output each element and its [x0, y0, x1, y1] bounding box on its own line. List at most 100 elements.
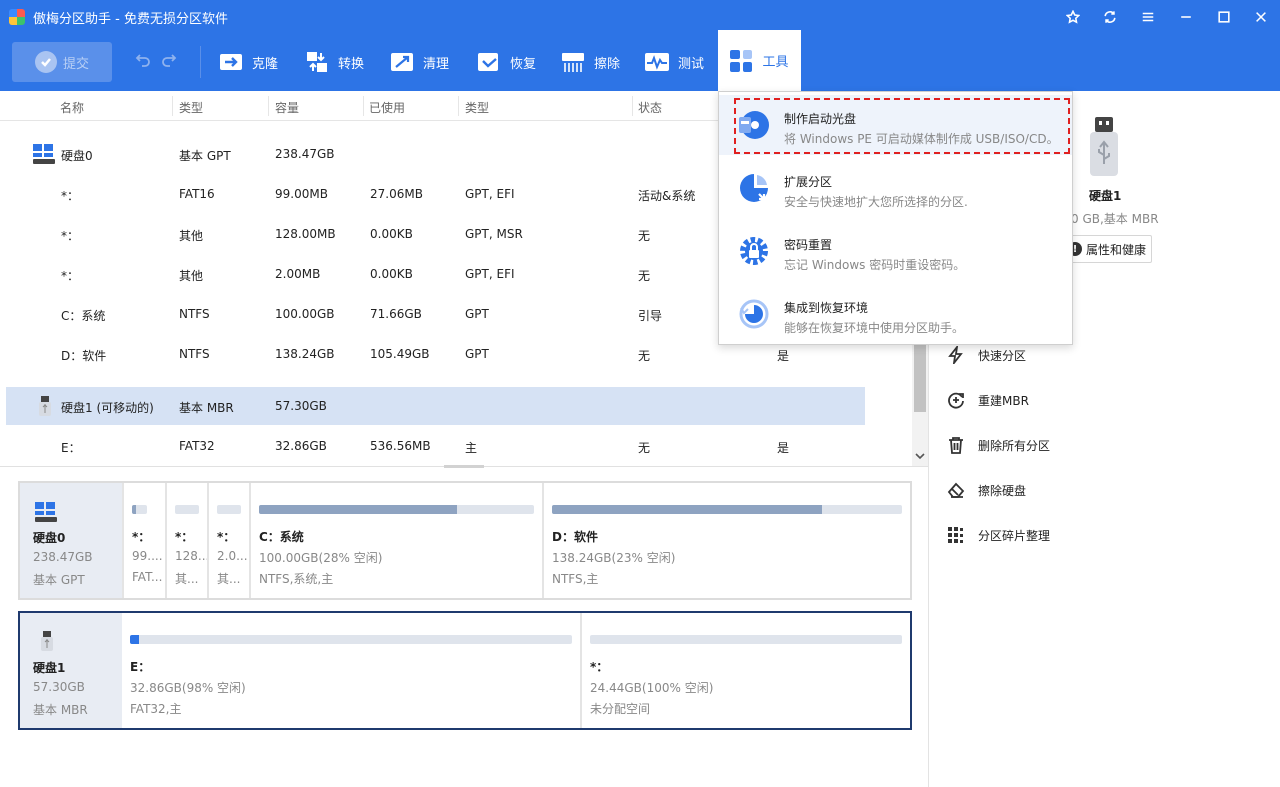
delete-all-partitions-op[interactable]: 删除所有分区	[947, 433, 1050, 457]
col-ptype[interactable]: 类型	[465, 99, 489, 116]
partition-block[interactable]: *： 128.... 其...	[165, 483, 207, 598]
cell-name: *：	[61, 269, 80, 283]
recover-button[interactable]: 恢复	[476, 48, 536, 76]
partition-name: *：	[175, 530, 194, 544]
cell-type: 其他	[179, 229, 204, 243]
properties-health-button[interactable]: ! 属性和健康	[1068, 235, 1152, 263]
toolbar-separator	[200, 46, 201, 78]
trash-icon	[949, 437, 963, 454]
cell-capacity: 32.86GB	[275, 439, 327, 453]
cell-used: 0.00KB	[370, 267, 413, 281]
partition-fs: 未分配空间	[590, 702, 651, 716]
cell-capacity: 57.30GB	[275, 399, 327, 413]
clone-button[interactable]: 克隆	[218, 48, 278, 76]
scroll-down-icon[interactable]	[915, 451, 925, 461]
pane-splitter[interactable]	[0, 465, 928, 468]
tools-label: 工具	[762, 55, 789, 70]
highlight-box	[734, 98, 1070, 154]
usb-icon	[39, 396, 51, 416]
cell-type: FAT16	[179, 187, 215, 201]
eraser-icon	[947, 482, 965, 498]
wipe-disk-op[interactable]: 擦除硬盘	[947, 478, 1026, 502]
disk0-info[interactable]: 硬盘0 238.47GB 基本 GPT	[20, 483, 122, 598]
partition-block-c[interactable]: C：系统 100.00GB(28% 空闲) NTFS,系统,主	[249, 483, 542, 598]
undo-icon[interactable]	[135, 52, 155, 72]
disk-type: 基本 MBR	[33, 703, 88, 717]
star-icon[interactable]	[1060, 5, 1086, 29]
lightning-icon	[948, 346, 963, 364]
partition-block-e[interactable]: E： 32.86GB(98% 空闲) FAT32,主	[122, 613, 580, 728]
minimize-icon[interactable]	[1173, 5, 1199, 29]
partition-name: *：	[132, 530, 151, 544]
cell-capacity: 238.47GB	[275, 147, 335, 161]
usb-drive-icon	[1090, 117, 1118, 176]
table-row[interactable]: E： FAT32 32.86GB 536.56MB 主 无 是	[6, 427, 865, 465]
partition-block[interactable]: *： 99.... FAT...	[122, 483, 165, 598]
clone-label: 克隆	[252, 56, 279, 72]
usb-icon	[41, 631, 53, 651]
partition-fs: NTFS,主	[552, 572, 599, 586]
convert-label: 转换	[338, 56, 365, 72]
menu-icon[interactable]	[1135, 5, 1161, 29]
cell-name: E：	[61, 441, 81, 455]
recover-icon	[478, 53, 498, 71]
table-row-selected[interactable]: 硬盘1 (可移动的) 基本 MBR 57.30GB	[6, 387, 865, 425]
cell-name: *：	[61, 189, 80, 203]
tools-tab[interactable]: 工具	[718, 30, 801, 91]
partition-block-d[interactable]: D：软件 138.24GB(23% 空闲) NTFS,主	[542, 483, 910, 598]
cell-name: *：	[61, 229, 80, 243]
window-title: 傲梅分区助手 - 免费无损分区软件	[33, 12, 228, 27]
app-logo-icon	[9, 9, 25, 25]
cell-type: 基本 GPT	[179, 149, 231, 163]
disk1-map[interactable]: 硬盘1 57.30GB 基本 MBR E： 32.86GB(98% 空闲) FA…	[18, 611, 912, 730]
rebuild-mbr-op[interactable]: 重建MBR	[947, 388, 1029, 412]
partition-fs: 其...	[175, 572, 199, 586]
cell-used: 27.06MB	[370, 187, 423, 201]
defrag-op[interactable]: 分区碎片整理	[947, 523, 1050, 547]
cell-status: 引导	[638, 309, 663, 323]
cell-capacity: 100.00GB	[275, 307, 335, 321]
maximize-icon[interactable]	[1211, 5, 1237, 29]
col-status[interactable]: 状态	[638, 99, 662, 116]
disk0-map[interactable]: 硬盘0 238.47GB 基本 GPT *： 99.... FAT... *： …	[18, 481, 912, 600]
col-used[interactable]: 已使用	[369, 99, 405, 116]
title-bar: 傲梅分区助手 - 免费无损分区软件	[0, 0, 1280, 34]
col-type[interactable]: 类型	[179, 99, 203, 116]
cell-used: 105.49GB	[370, 347, 430, 361]
partition-name: E：	[130, 660, 151, 674]
quick-partition-op[interactable]: 快速分区	[947, 343, 1026, 367]
commit-label: 提交	[62, 56, 89, 72]
refresh-icon[interactable]	[1097, 5, 1123, 29]
cell-name: 硬盘0	[61, 149, 93, 163]
cell-ptype: GPT, EFI	[465, 267, 515, 281]
cell-ptype: GPT	[465, 307, 489, 321]
cleanup-button[interactable]: 清理	[389, 48, 449, 76]
commit-button[interactable]: 提交	[12, 42, 112, 82]
properties-health-label: 属性和健康	[1086, 242, 1147, 257]
extend-partition-item[interactable]: 扩展分区 安全与快速地扩大您所选择的分区.	[719, 158, 1072, 218]
cell-status: 无	[638, 229, 651, 243]
partition-block[interactable]: *： 2.0... 其...	[207, 483, 249, 598]
partition-name: D：软件	[552, 530, 598, 544]
password-reset-item[interactable]: 密码重置 忘记 Windows 密码时重设密码。	[719, 221, 1072, 281]
partition-fs: FAT32,主	[130, 702, 182, 716]
convert-icon	[307, 52, 327, 72]
col-name[interactable]: 名称	[60, 99, 84, 116]
redo-icon[interactable]	[161, 52, 181, 72]
cell-status: 活动&系统	[638, 189, 696, 203]
wipe-button[interactable]: 擦除	[560, 48, 620, 76]
col-capacity[interactable]: 容量	[275, 99, 299, 116]
disk1-info[interactable]: 硬盘1 57.30GB 基本 MBR	[20, 613, 122, 728]
recovery-env-icon	[739, 299, 769, 329]
integrate-recovery-item[interactable]: 集成到恢复环境 能够在恢复环境中使用分区助手。	[719, 284, 1072, 344]
test-button[interactable]: 测试	[644, 48, 704, 76]
partition-info: 99....	[132, 549, 163, 563]
recover-label: 恢复	[510, 56, 537, 72]
make-bootable-media-item[interactable]: 制作启动光盘 将 Windows PE 可启动媒体制作成 USB/ISO/CD。	[719, 95, 1072, 155]
clone-icon	[220, 54, 242, 70]
convert-button[interactable]: 转换	[304, 48, 364, 76]
disk-name: 硬盘0	[33, 531, 66, 545]
test-label: 测试	[678, 56, 705, 72]
close-icon[interactable]	[1248, 5, 1274, 29]
partition-block-unallocated[interactable]: *： 24.44GB(100% 空闲) 未分配空间	[580, 613, 910, 728]
